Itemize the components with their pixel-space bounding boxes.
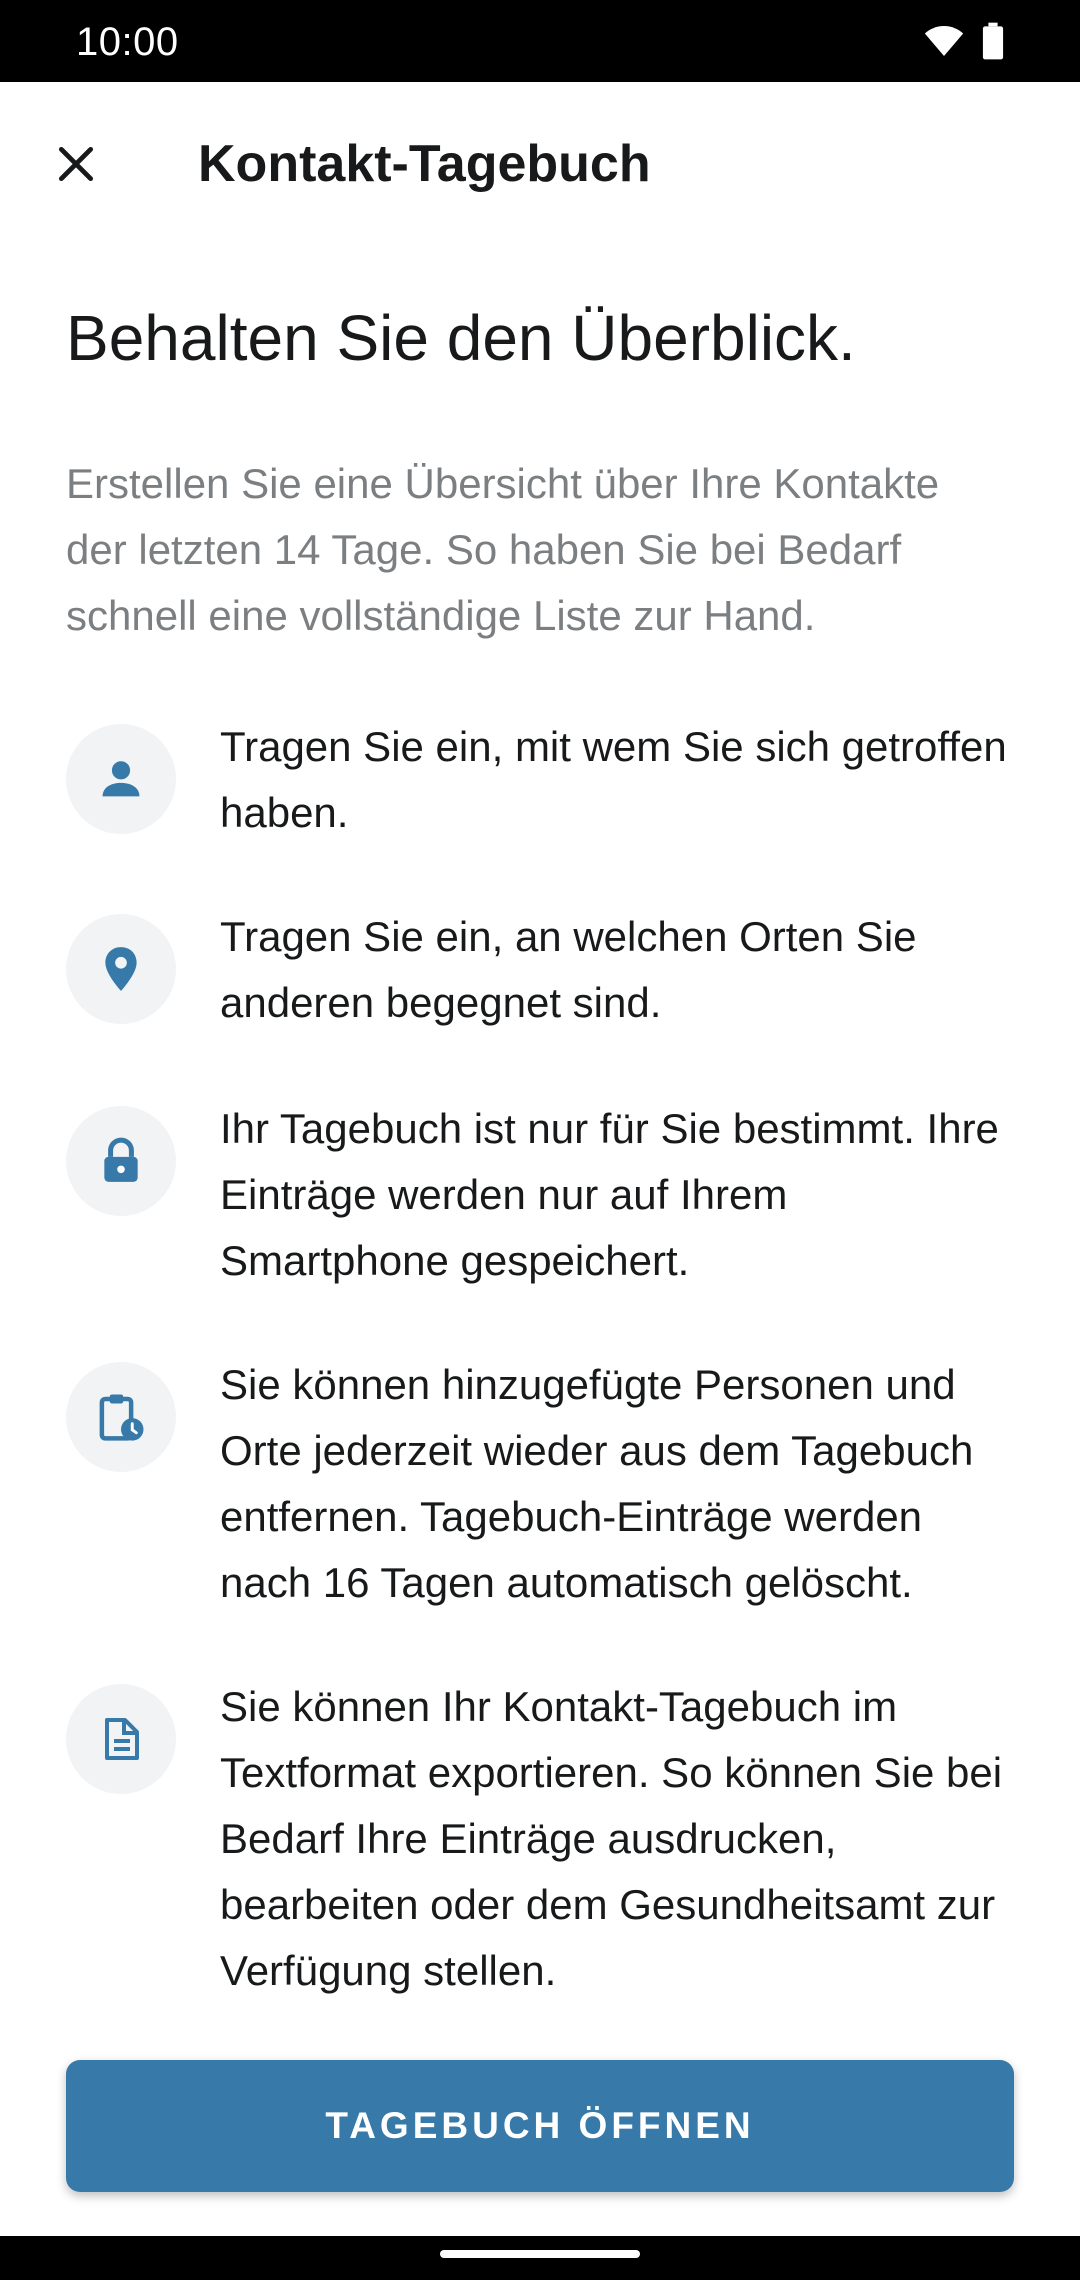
wifi-icon — [924, 26, 964, 56]
close-icon — [58, 146, 94, 182]
status-bar: 10:00 — [0, 0, 1080, 82]
location-pin-icon — [105, 947, 137, 991]
headline: Behalten Sie den Überblick. — [66, 302, 856, 374]
item-icon-container — [66, 1362, 176, 1472]
document-icon — [105, 1718, 139, 1760]
item-text: Sie können hinzugefügte Personen und Ort… — [220, 1361, 974, 1606]
item-icon-container — [66, 1684, 176, 1794]
item-icon-container — [66, 1106, 176, 1216]
subtitle: Erstellen Sie eine Übersicht über Ihre K… — [66, 459, 940, 639]
status-icons — [924, 22, 1004, 60]
clipboard-clock-icon — [99, 1394, 144, 1441]
close-button[interactable] — [36, 124, 116, 204]
item-icon-container — [66, 724, 176, 834]
item-icon-container — [66, 914, 176, 1024]
item-text: Tragen Sie ein, mit wem Sie sich getroff… — [220, 723, 1007, 836]
item-text: Sie können Ihr Kontakt-Tagebuch im Textf… — [220, 1683, 1003, 1994]
navigation-bar — [0, 2236, 1080, 2280]
home-gesture-handle[interactable] — [440, 2250, 640, 2258]
person-icon — [102, 761, 140, 797]
intro-section: Behalten Sie den Überblick. Erstellen Si… — [66, 300, 1016, 649]
item-text: Tragen Sie ein, an welchen Orten Sie and… — [220, 913, 917, 1026]
battery-icon — [982, 22, 1004, 60]
lock-icon — [104, 1137, 138, 1182]
item-text: Ihr Tagebuch ist nur für Sie bestimmt. I… — [220, 1105, 999, 1284]
app-bar: Kontakt-Tagebuch — [0, 82, 1080, 242]
page-title: Kontakt-Tagebuch — [198, 135, 651, 193]
status-time: 10:00 — [76, 20, 179, 64]
open-diary-button[interactable]: TAGEBUCH ÖFFNEN — [66, 2060, 1014, 2192]
